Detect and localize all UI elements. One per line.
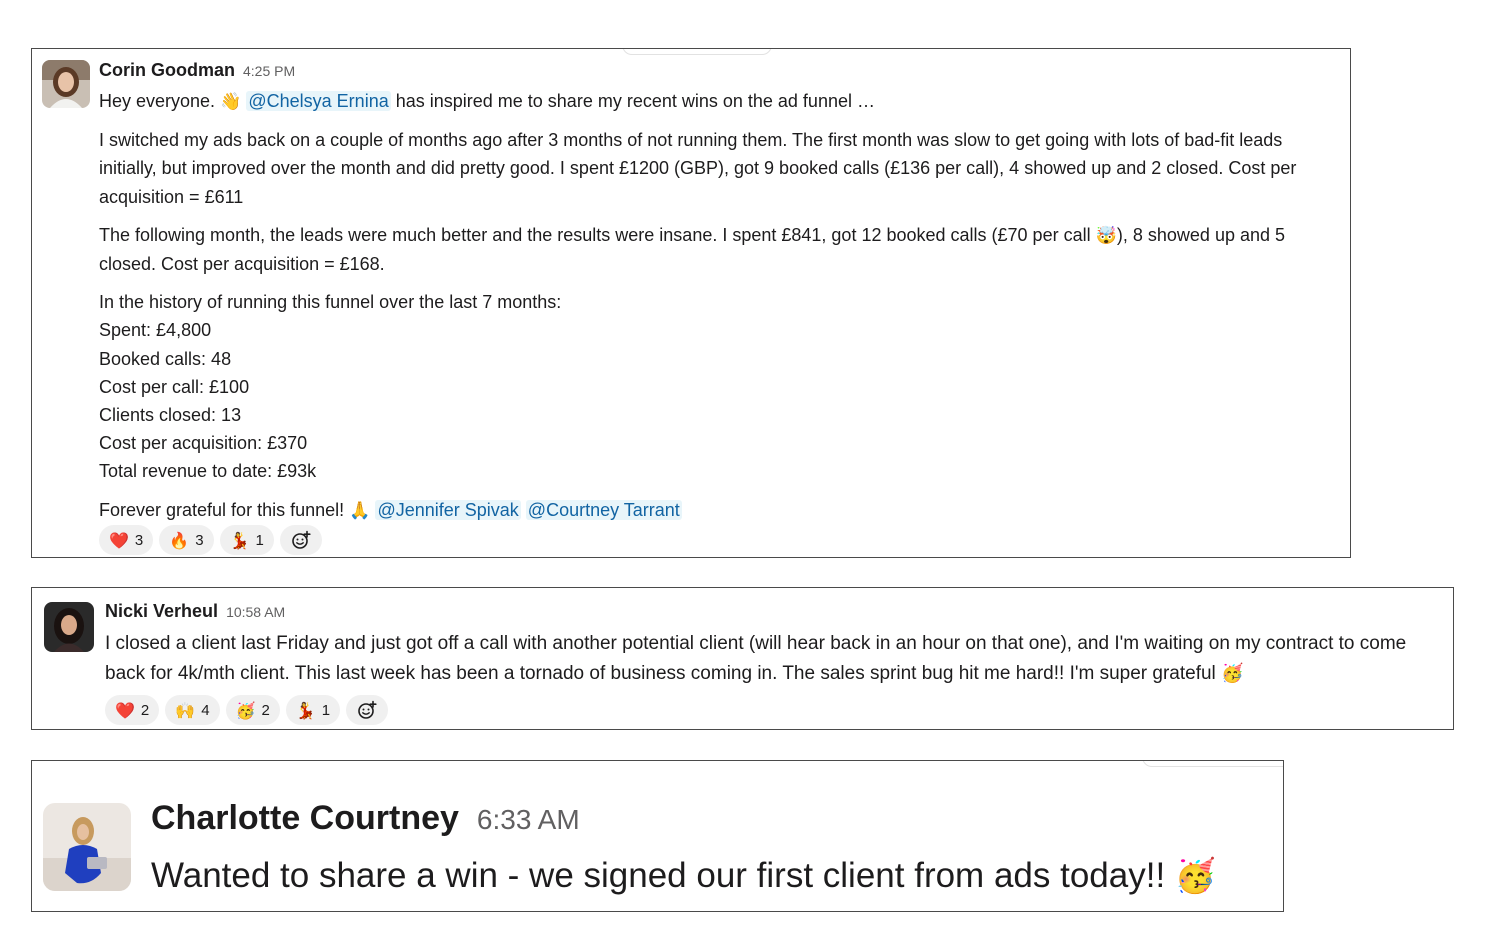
add-reaction-icon — [358, 700, 377, 719]
message-paragraph: Wanted to share a win - we signed our fi… — [151, 853, 1281, 899]
exploding-head-emoji: 🤯 — [1095, 225, 1117, 246]
history-line: Cost per call: £100 — [99, 376, 250, 397]
reaction-heart[interactable]: ❤️ 3 — [99, 525, 154, 555]
history-line: Clients closed: 13 — [99, 405, 242, 426]
partying-face-emoji: 🥳 — [1174, 856, 1217, 895]
partying-face-emoji: 🥳 — [1221, 663, 1244, 684]
reaction-dancer[interactable]: 💃 1 — [285, 695, 341, 725]
text: Hey everyone. — [99, 91, 221, 111]
reaction-partying-face[interactable]: 🥳 2 — [225, 695, 280, 725]
message-paragraph: The following month, the leads were much… — [99, 221, 1344, 278]
avatar[interactable] — [42, 60, 90, 108]
reaction-count: 4 — [201, 701, 210, 719]
add-reaction-icon — [291, 530, 311, 549]
dancer-emoji: 💃 — [295, 700, 316, 720]
text: has inspired me to share my recent wins … — [390, 91, 875, 111]
waving-hand-emoji: 👋 — [220, 92, 242, 112]
message-card: Charlotte Courtney 6:33 AM Wanted to shar… — [31, 760, 1284, 912]
reaction-count: 1 — [255, 531, 264, 549]
partying-face-emoji: 🥳 — [235, 700, 256, 720]
hover-toolbar-remnant — [1142, 761, 1283, 767]
reaction-count: 3 — [195, 531, 204, 549]
text: The following month, the leads were much… — [99, 224, 1096, 245]
message-line: Forever grateful for this funnel! 🙏 @Jen… — [99, 496, 1344, 525]
fire-emoji: 🔥 — [169, 530, 190, 550]
add-reaction-button[interactable] — [346, 695, 389, 725]
reaction-raised-hands[interactable]: 🙌 4 — [165, 695, 220, 725]
avatar-image — [42, 60, 90, 108]
hover-toolbar-remnant — [622, 49, 772, 55]
reactions-bar: ❤️ 2 🙌 4 🥳 2 💃 1 — [105, 695, 389, 725]
timestamp[interactable]: 6:33 AM — [477, 804, 580, 835]
message-paragraph: I switched my ads back on a couple of mo… — [99, 130, 1297, 207]
dancer-emoji: 💃 — [229, 530, 250, 550]
author-name[interactable]: Charlotte Courtney — [151, 799, 459, 837]
text: Wanted to share a win - we signed our fi… — [151, 856, 1175, 895]
user-mention[interactable]: @Courtney Tarrant — [525, 499, 682, 520]
reaction-heart[interactable]: ❤️ 2 — [105, 695, 160, 725]
message-card: Nicki Verheul 10:58 AM I closed a client … — [31, 587, 1454, 730]
timestamp[interactable]: 10:58 AM — [226, 604, 285, 620]
history-line: Booked calls: 48 — [99, 348, 232, 369]
reaction-dancer[interactable]: 💃 1 — [219, 525, 274, 555]
message-body: I closed a client last Friday and just g… — [105, 629, 1450, 689]
message-body: Hey everyone. 👋 @Chelsya Ernina has insp… — [99, 87, 1344, 525]
avatar-image — [44, 602, 94, 652]
message-card: Corin Goodman 4:25 PM Hey everyone. 👋 @Ch… — [31, 48, 1351, 558]
reactions-bar: ❤️ 3 🔥 3 💃 1 — [99, 525, 322, 555]
user-mention[interactable]: @Jennifer Spivak — [375, 499, 521, 520]
author-name[interactable]: Corin Goodman — [99, 60, 235, 80]
user-mention[interactable]: @Chelsya Ernina — [246, 91, 391, 111]
text: I closed a client last Friday and just g… — [105, 633, 1407, 684]
reaction-count: 3 — [134, 531, 144, 549]
author-name[interactable]: Nicki Verheul — [105, 601, 218, 621]
heart-emoji: ❤️ — [115, 700, 135, 720]
avatar[interactable] — [43, 803, 131, 891]
message-line: Hey everyone. 👋 @Chelsya Ernina has insp… — [99, 87, 1344, 116]
add-reaction-button[interactable] — [279, 525, 322, 555]
folded-hands-emoji: 🙏 — [349, 500, 371, 521]
history-line: Spent: £4,800 — [99, 320, 212, 341]
message-paragraph: I closed a client last Friday and just g… — [105, 629, 1450, 689]
message-body: Wanted to share a win - we signed our fi… — [151, 853, 1281, 899]
text: Forever grateful for this funnel! — [99, 499, 350, 520]
history-line: In the history of running this funnel ov… — [99, 292, 562, 313]
reaction-count: 2 — [140, 701, 150, 719]
heart-emoji: ❤️ — [109, 530, 129, 550]
history-line: Total revenue to date: £93k — [99, 461, 317, 482]
history-line: Cost per acquisition: £370 — [99, 433, 308, 454]
reaction-fire[interactable]: 🔥 3 — [159, 525, 214, 555]
avatar[interactable] — [44, 602, 94, 652]
reaction-count: 1 — [321, 701, 331, 719]
timestamp[interactable]: 4:25 PM — [243, 63, 295, 79]
avatar-image — [43, 803, 131, 891]
reaction-count: 2 — [261, 701, 270, 719]
raised-hands-emoji: 🙌 — [175, 700, 196, 720]
